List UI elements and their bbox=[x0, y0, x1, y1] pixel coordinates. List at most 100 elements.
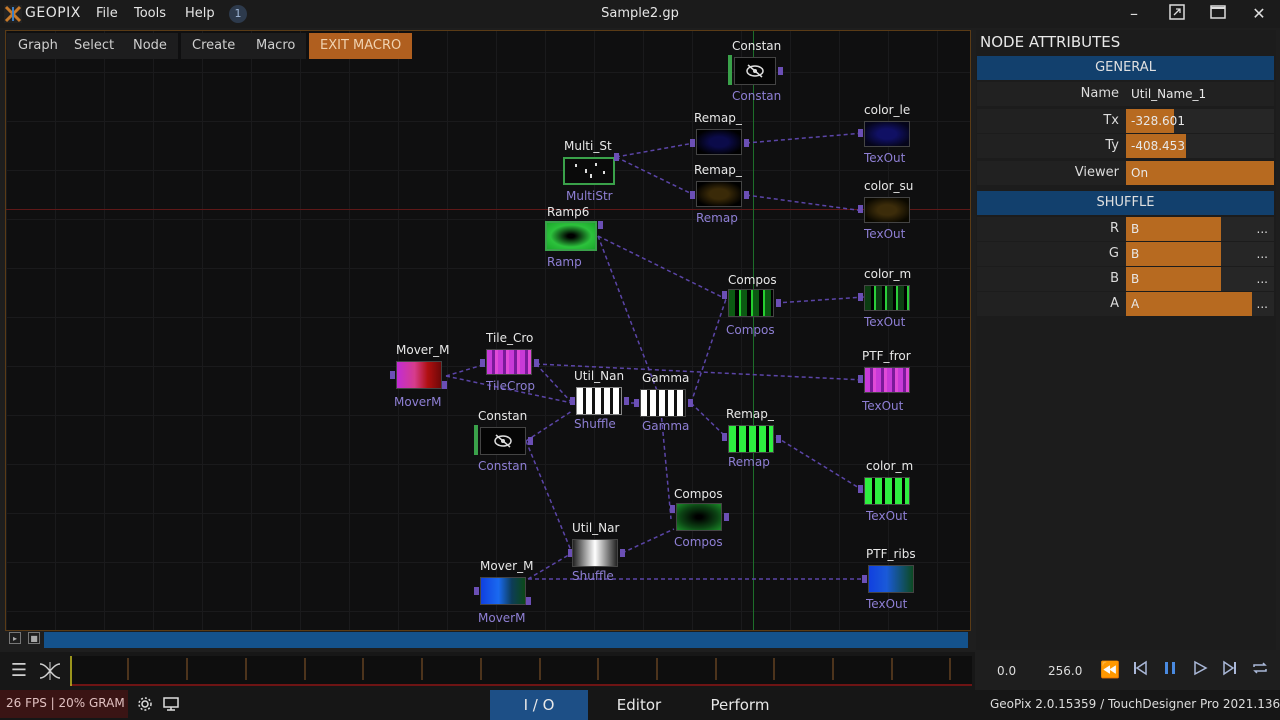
input-port[interactable] bbox=[570, 397, 575, 405]
node-remap-3[interactable]: Remap_ Remap bbox=[722, 407, 784, 473]
more-icon[interactable]: ... bbox=[1257, 292, 1268, 316]
node-gamma[interactable]: Gamma Gamma bbox=[634, 371, 698, 437]
a-channel-select[interactable]: A ... bbox=[1126, 292, 1274, 316]
menu-icon[interactable]: ☰ bbox=[7, 660, 31, 682]
output-port[interactable] bbox=[598, 221, 603, 229]
node-compos-2[interactable]: Compos Compos bbox=[668, 487, 730, 553]
input-port[interactable] bbox=[722, 433, 727, 441]
settings-icon[interactable] bbox=[137, 696, 153, 712]
step-back-icon[interactable] bbox=[1128, 660, 1152, 682]
graph-scrollbar[interactable] bbox=[44, 632, 968, 648]
input-port[interactable] bbox=[480, 359, 485, 367]
stop-small-icon[interactable]: ■ bbox=[28, 632, 40, 644]
node-constan-top[interactable]: Constan Constan bbox=[726, 37, 786, 103]
output-port[interactable] bbox=[534, 359, 539, 367]
node-ptf-fro[interactable]: PTF_fror TexOut bbox=[858, 349, 922, 415]
minimize-icon[interactable]: – bbox=[1122, 4, 1146, 24]
output-port[interactable] bbox=[620, 549, 625, 557]
play-small-icon[interactable]: ▸ bbox=[9, 632, 21, 644]
output-port[interactable] bbox=[614, 153, 619, 161]
output-port[interactable] bbox=[528, 437, 533, 445]
section-general[interactable]: GENERAL bbox=[977, 56, 1274, 80]
node-color-su[interactable]: color_su TexOut bbox=[858, 179, 922, 245]
output-port[interactable] bbox=[744, 191, 749, 199]
input-port[interactable] bbox=[858, 485, 863, 493]
node-label: color_m bbox=[864, 267, 912, 281]
range-start[interactable]: 0.0 bbox=[997, 664, 1016, 678]
node-label: Mover_M bbox=[480, 559, 534, 573]
input-port[interactable] bbox=[722, 291, 727, 299]
node-remap-2[interactable]: Remap_ Remap bbox=[690, 161, 752, 225]
input-port[interactable] bbox=[634, 399, 639, 407]
ty-slider[interactable]: -408.453 bbox=[1126, 134, 1274, 158]
node-color-le[interactable]: color_le TexOut bbox=[858, 103, 922, 169]
output-port[interactable] bbox=[526, 597, 531, 605]
menu-file[interactable]: File bbox=[96, 6, 118, 21]
output-port[interactable] bbox=[778, 67, 783, 75]
input-port[interactable] bbox=[390, 371, 395, 379]
node-constan-2[interactable]: Constan Constan bbox=[472, 409, 538, 475]
more-icon[interactable]: ... bbox=[1257, 217, 1268, 241]
output-port[interactable] bbox=[776, 299, 781, 307]
node-mover-1[interactable]: Mover_M MoverM bbox=[390, 343, 454, 413]
more-icon[interactable]: ... bbox=[1257, 242, 1268, 266]
menu-tools[interactable]: Tools bbox=[134, 6, 166, 21]
node-util-nam-1[interactable]: Util_Nan Shuffle bbox=[566, 369, 630, 435]
node-multi-st[interactable]: Multi_St MultiStr bbox=[558, 139, 622, 205]
perform-tab[interactable]: Perform bbox=[698, 690, 782, 720]
monitor-icon[interactable] bbox=[162, 696, 180, 712]
node-remap-1[interactable]: Remap_ bbox=[690, 109, 752, 169]
curve-editor-icon[interactable] bbox=[38, 660, 62, 682]
node-type: MoverM bbox=[394, 395, 442, 409]
node-ramp6[interactable]: Ramp6 Ramp bbox=[541, 205, 607, 271]
input-port[interactable] bbox=[858, 129, 863, 137]
rewind-icon[interactable]: ⏪ bbox=[1098, 660, 1122, 682]
output-port[interactable] bbox=[744, 139, 749, 147]
tx-slider[interactable]: -328.601 bbox=[1126, 109, 1274, 133]
notification-badge[interactable]: 1 bbox=[229, 5, 247, 23]
io-tab[interactable]: I / O bbox=[490, 690, 588, 720]
input-port[interactable] bbox=[858, 205, 863, 213]
input-port[interactable] bbox=[858, 375, 863, 383]
output-port[interactable] bbox=[724, 513, 729, 521]
b-channel-select[interactable]: B ... bbox=[1126, 267, 1274, 291]
node-mover-2[interactable]: Mover_M MoverM bbox=[472, 559, 538, 629]
input-port[interactable] bbox=[862, 575, 867, 583]
editor-tab[interactable]: Editor bbox=[598, 690, 680, 720]
output-port[interactable] bbox=[442, 381, 447, 389]
node-ptf-ribs[interactable]: PTF_ribs TexOut bbox=[858, 547, 924, 613]
input-port[interactable] bbox=[690, 139, 695, 147]
fullscreen-icon[interactable] bbox=[1165, 4, 1189, 24]
close-icon[interactable]: ✕ bbox=[1247, 4, 1271, 24]
g-channel-select[interactable]: B ... bbox=[1126, 242, 1274, 266]
r-channel-select[interactable]: B ... bbox=[1126, 217, 1274, 241]
input-port[interactable] bbox=[474, 587, 479, 595]
node-compos-1[interactable]: Compos Compos bbox=[722, 273, 784, 337]
node-graph[interactable]: Graph Select Node Create Macro EXIT MACR… bbox=[5, 30, 971, 631]
node-util-nam-2[interactable]: Util_Nar Shuffle bbox=[566, 521, 630, 587]
loop-icon[interactable] bbox=[1248, 660, 1272, 682]
menu-help[interactable]: Help bbox=[185, 6, 215, 21]
input-port[interactable] bbox=[670, 505, 675, 513]
more-icon[interactable]: ... bbox=[1257, 267, 1268, 291]
node-color-m-1[interactable]: color_m TexOut bbox=[858, 267, 922, 333]
section-shuffle[interactable]: SHUFFLE bbox=[977, 191, 1274, 215]
input-port[interactable] bbox=[858, 293, 863, 301]
node-tile-cro[interactable]: Tile_Cro TileCrop bbox=[480, 331, 544, 399]
title-bar: GEOPIX File Tools Help 1 Sample2.gp – ✕ bbox=[0, 0, 1280, 28]
range-end[interactable]: 256.0 bbox=[1048, 664, 1082, 678]
name-field[interactable]: Util_Name_1 bbox=[1126, 82, 1274, 106]
node-color-m-2[interactable]: color_m TexOut bbox=[858, 459, 922, 525]
node-preview bbox=[576, 387, 622, 415]
output-port[interactable] bbox=[776, 435, 781, 443]
output-port[interactable] bbox=[688, 399, 693, 407]
maximize-icon[interactable] bbox=[1206, 4, 1230, 24]
play-icon[interactable] bbox=[1188, 660, 1212, 682]
attr-label: Tx bbox=[1103, 113, 1119, 128]
attr-label: Viewer bbox=[1074, 165, 1119, 180]
output-port[interactable] bbox=[624, 397, 629, 405]
input-port[interactable] bbox=[690, 191, 695, 199]
step-forward-icon[interactable] bbox=[1218, 660, 1242, 682]
viewer-toggle[interactable]: On bbox=[1126, 161, 1274, 185]
pause-icon[interactable] bbox=[1158, 660, 1182, 682]
